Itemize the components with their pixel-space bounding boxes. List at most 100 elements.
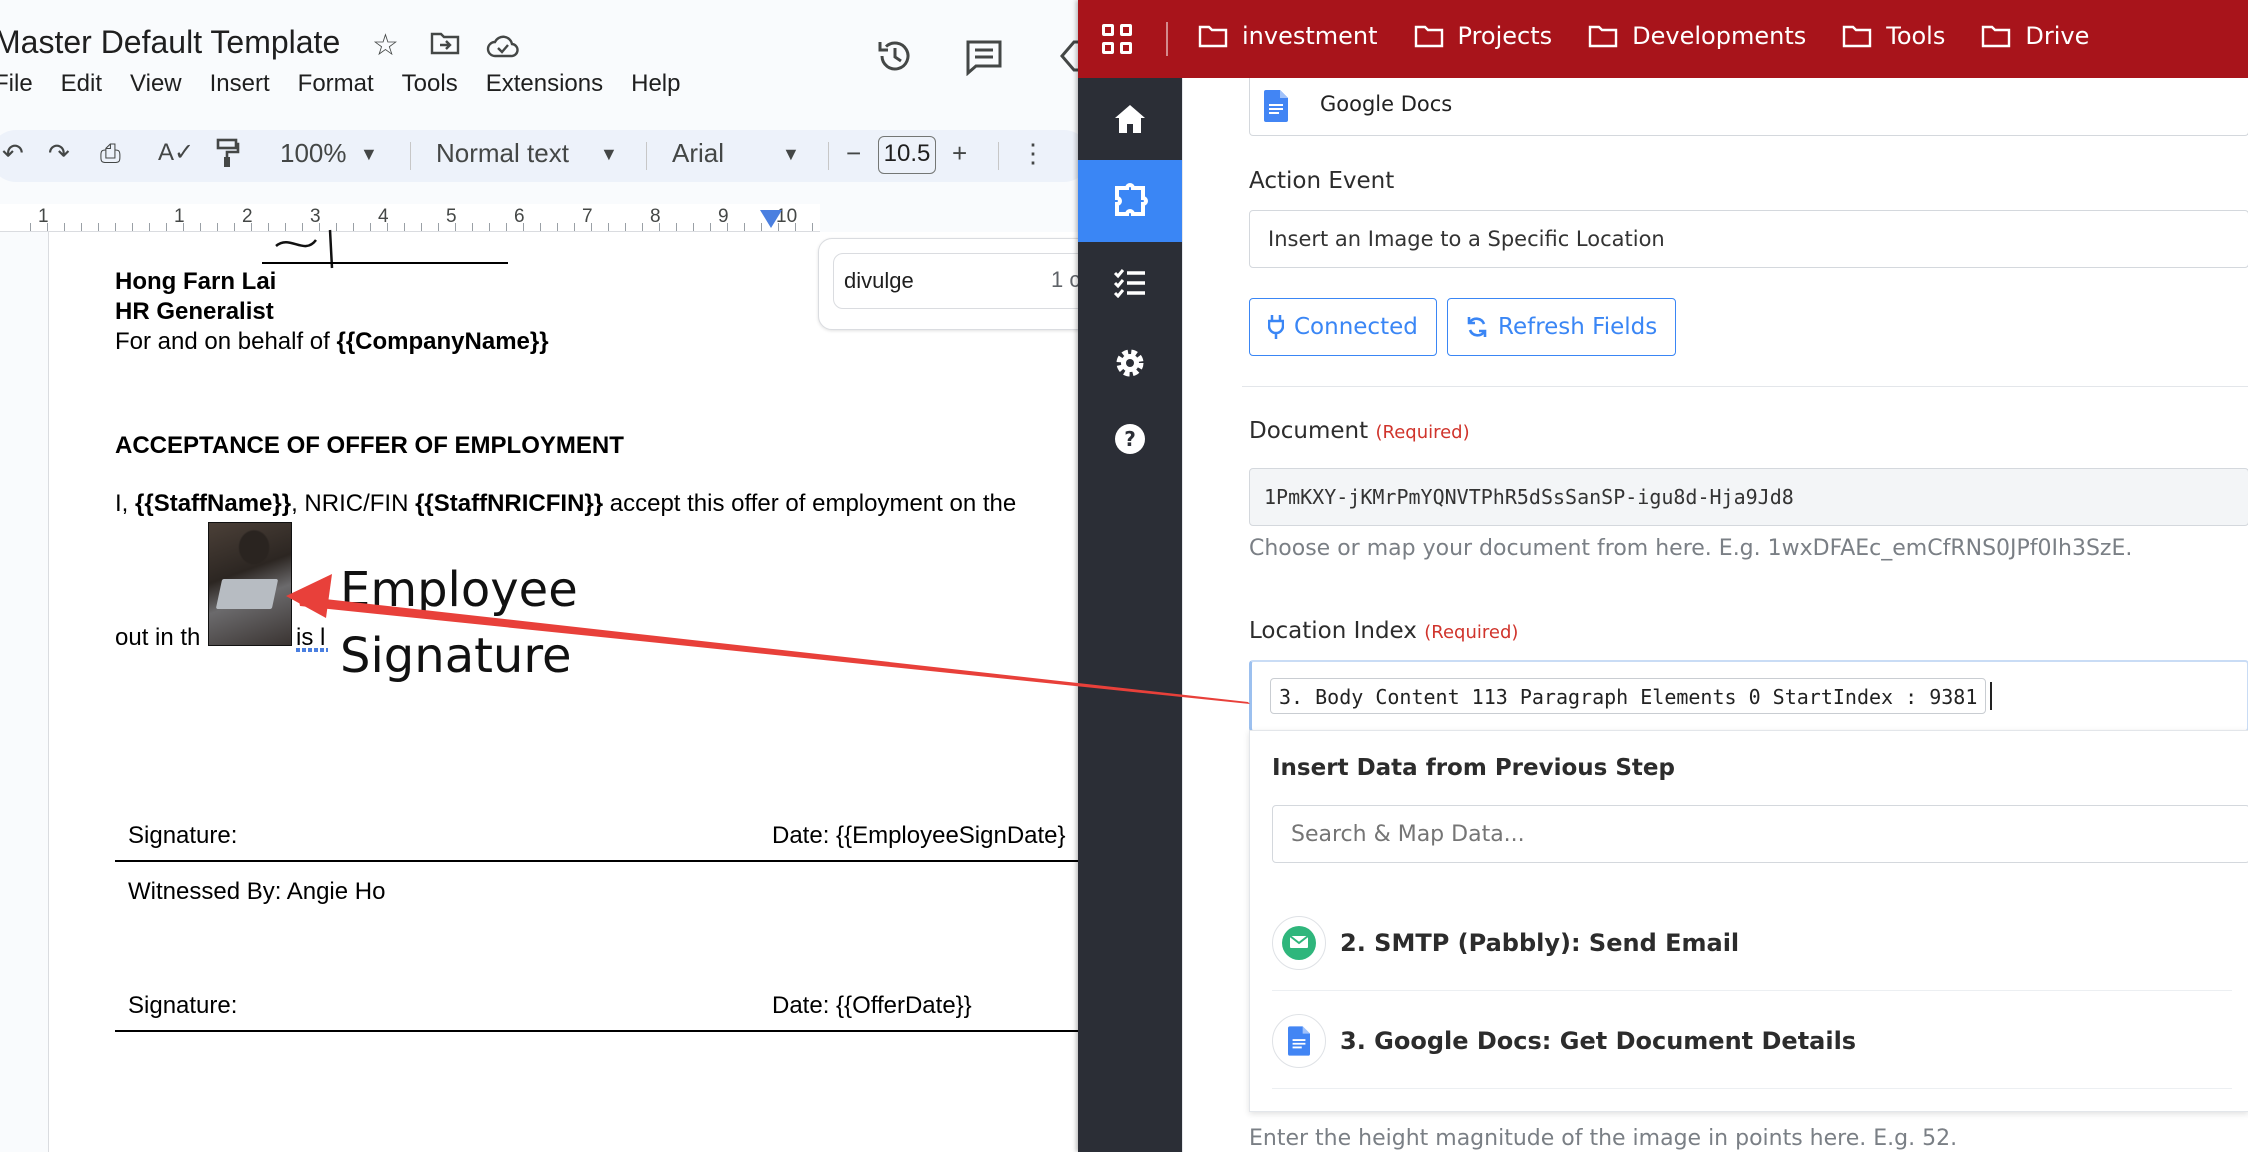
laptop-shape [215,579,279,609]
sidebar-home[interactable] [1078,78,1182,160]
style-select[interactable]: Normal text [436,138,569,169]
text-cursor [1990,682,1992,710]
folder-icon [1588,25,1618,48]
more-options-icon[interactable]: ⋮ [1020,138,1046,169]
location-index-input[interactable]: 3. Body Content 113 Paragraph Elements 0… [1249,660,2248,732]
signature-scribble-icon [275,229,334,269]
folder-developments[interactable]: Developments [1588,22,1806,50]
sidebar-settings[interactable] [1078,322,1182,404]
ruler-label: 1 [38,206,49,227]
folder-tools[interactable]: Tools [1842,22,1945,50]
chevron-down-icon[interactable]: ▼ [360,144,378,165]
ruler-label: 1 [174,206,185,227]
folder-projects[interactable]: Projects [1414,22,1553,50]
text-run: accept this offer of employment on the [603,490,1017,517]
comments-icon[interactable] [964,38,1004,85]
cloud-saved-icon[interactable] [486,32,520,66]
folder-label: Projects [1457,22,1553,50]
font-size-input[interactable]: 10.5 [878,136,936,174]
acceptance-sentence: I, {{StaffName}}, NRIC/FIN {{StaffNRICFI… [115,490,1016,518]
sidebar-tasks[interactable] [1078,242,1182,324]
signer-name: Hong Farn Lai [115,268,277,295]
connected-label: Connected [1294,314,1418,340]
connected-button[interactable]: Connected [1249,298,1437,356]
document-hint: Choose or map your document from here. E… [1249,536,2133,561]
meet-icon[interactable] [1058,38,1080,83]
insert-data-title: Insert Data from Previous Step [1272,755,1675,781]
topbar-divider [1166,22,1168,56]
company-placeholder: {{CompanyName}} [336,328,549,355]
spelling-underline [296,648,328,652]
ruler-label: 6 [514,206,525,227]
action-event-select[interactable]: Insert an Image to a Specific Location [1249,210,2248,268]
table-border [115,1030,1080,1032]
employee-signature-line2: Signature [340,628,572,684]
folder-investment[interactable]: investment [1198,22,1378,50]
apps-grid-icon[interactable] [1102,24,1132,54]
google-docs-icon [1264,90,1288,122]
print-icon[interactable]: ⎙ [100,138,121,170]
zoom-select[interactable]: 100% [280,138,347,169]
folder-drive[interactable]: Drive [1981,22,2089,50]
step-smtp-send-email[interactable]: 2. SMTP (Pabbly): Send Email [1272,895,2232,991]
integration-icon [1115,183,1148,216]
comment-text[interactable]: divulge [833,253,1080,309]
comment-card[interactable]: divulge 1 c [818,238,1080,330]
ruler-label: 4 [378,206,389,227]
menu-format[interactable]: Format [298,70,374,98]
sidebar-help[interactable]: ? [1078,398,1182,480]
google-docs-window: Master Default Template ☆ File Edit View… [0,0,1080,1152]
folder-icon [1414,25,1443,48]
move-folder-icon[interactable] [430,30,460,64]
app-select[interactable]: Google Docs [1249,78,2248,136]
decrease-font-size-icon[interactable]: − [846,138,861,169]
docs-toolbar: ↶ ↷ ⎙ A✓ 100% ▼ Normal text ▼ Arial ▼ − … [0,130,1080,182]
document-input[interactable]: 1PmKXY-jKMrPmYQNVTPhR5dSsSanSP-igu8d-Hja… [1249,468,2248,526]
behalf-prefix: For and on behalf of [115,328,337,355]
chevron-down-icon[interactable]: ▼ [782,144,800,165]
menu-extensions[interactable]: Extensions [486,70,603,98]
sidebar-integrations[interactable] [1078,160,1182,242]
menu-edit[interactable]: Edit [61,70,102,98]
menu-file[interactable]: File [0,70,33,98]
menu-help[interactable]: Help [631,70,680,98]
text-run: I, [115,490,136,517]
undo-icon[interactable]: ↶ [2,138,24,169]
redo-icon[interactable]: ↷ [48,138,70,169]
employee-signature-line1: Employee [340,562,578,618]
signer-role: HR Generalist [115,298,274,325]
svg-text:?: ? [1124,427,1136,451]
document-title[interactable]: Master Default Template [0,24,340,61]
toolbar-divider [646,142,647,170]
star-icon[interactable]: ☆ [372,28,399,63]
document-label-text: Document [1249,418,1369,444]
folder-icon [1843,25,1872,48]
required-tag: (Required) [1375,422,1470,443]
app-sidebar: ? [1078,78,1182,1152]
search-map-data-input[interactable] [1272,805,2248,863]
font-select[interactable]: Arial [672,138,724,169]
spellcheck-icon[interactable]: A✓ [158,138,194,167]
step-google-docs-get-details[interactable]: 3. Google Docs: Get Document Details [1272,993,2232,1089]
ruler-label: 10 [776,206,798,227]
folder-label: Tools [1886,22,1946,50]
menu-tools[interactable]: Tools [402,70,458,98]
mapped-data-pill[interactable]: 3. Body Content 113 Paragraph Elements 0… [1270,678,1987,714]
menu-bar: File Edit View Insert Format Tools Exten… [0,70,708,98]
increase-font-size-icon[interactable]: + [952,138,967,169]
chevron-down-icon[interactable]: ▼ [600,144,618,165]
version-history-icon[interactable] [874,36,914,85]
menu-view[interactable]: View [130,70,182,98]
folder-icon [1198,25,1228,48]
ruler[interactable]: 1 1 2 3 4 5 6 7 8 9 10 [0,204,820,232]
paint-format-icon[interactable] [216,138,240,175]
inserted-image[interactable] [208,522,292,646]
menu-insert[interactable]: Insert [210,70,270,98]
ruler-label: 3 [310,206,321,227]
folder-label: Drive [2025,22,2090,50]
smtp-icon [1272,915,1326,970]
app-name: Google Docs [1320,92,1453,116]
refresh-fields-button[interactable]: Refresh Fields [1447,298,1677,356]
folder-label: investment [1242,22,1378,50]
folder-list: investment Projects Developments Tools D… [1198,22,2125,50]
